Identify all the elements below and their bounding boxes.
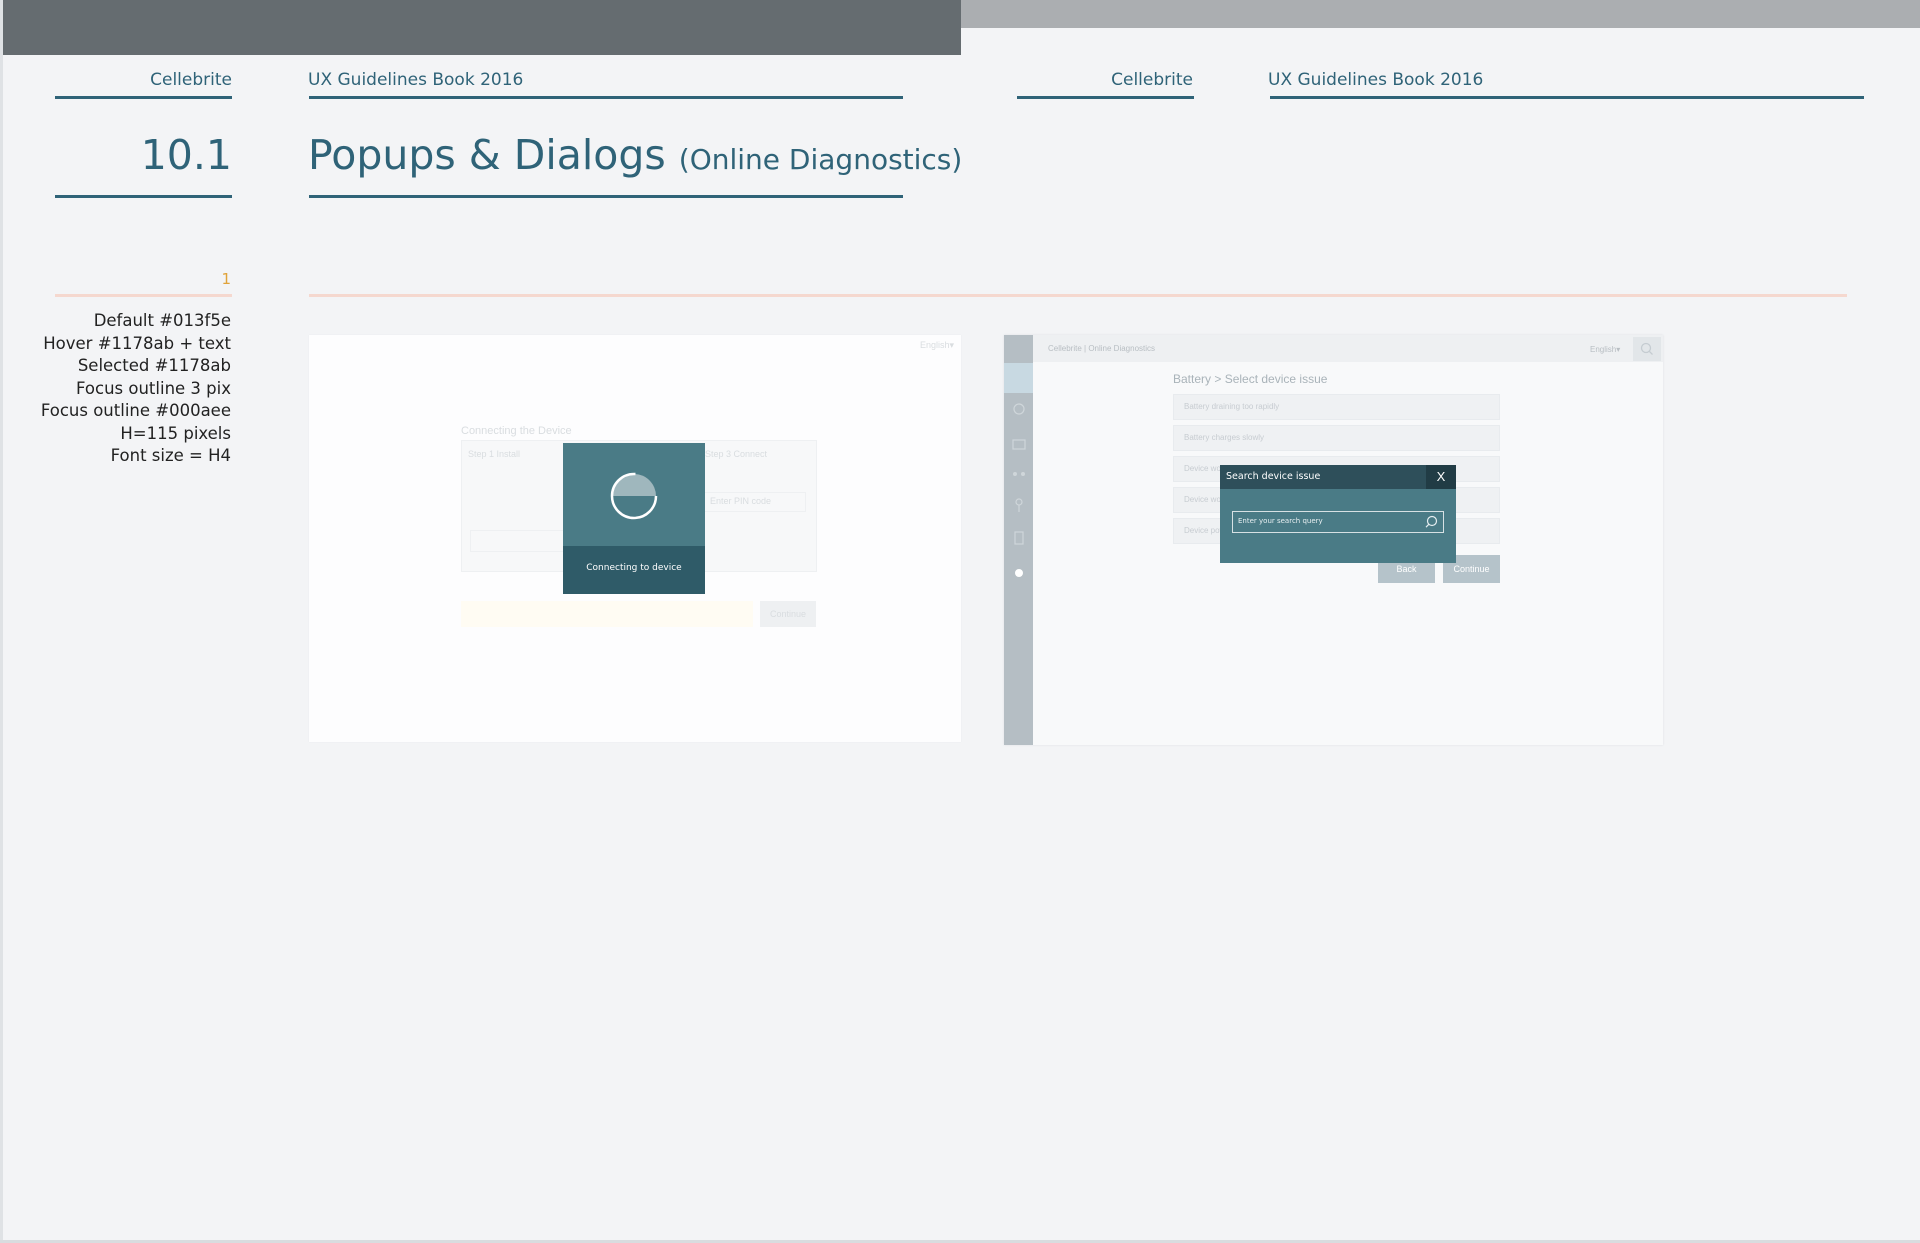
sidebar-icons <box>1012 398 1026 578</box>
dialog-header: Search device issue <box>1220 465 1456 489</box>
shot1-language: English▾ <box>920 340 955 350</box>
shot1-notice <box>461 601 753 627</box>
shot1-heading: Connecting the Device <box>461 425 572 437</box>
shot2-search-button[interactable] <box>1633 337 1661 361</box>
note-default: Default #013f5e <box>93 311 231 330</box>
page-title-sub: (Online Diagnostics) <box>678 143 963 176</box>
header-book-title-right: UX Guidelines Book 2016 <box>1268 70 1484 90</box>
spec-notes: Default #013f5e Hover #1178ab + text Sel… <box>11 310 231 468</box>
shot2-brand: Cellebrite | Online Diagnostics <box>1048 344 1156 353</box>
section-number: 10.1 <box>140 131 232 179</box>
issue-row[interactable]: Battery draining too rapidly <box>1173 394 1500 420</box>
page-edge <box>0 0 3 1243</box>
note-height: H=115 pixels <box>120 423 231 443</box>
header-book-title: UX Guidelines Book 2016 <box>308 70 524 90</box>
shot1-pin-input: Enter PIN code <box>704 492 806 512</box>
item-number: 1 <box>221 270 231 288</box>
note-focus-color: Focus outline #000aee <box>40 401 231 420</box>
shot1-step1: Step 1 Install <box>468 449 521 459</box>
shot1-continue-button[interactable]: Continue <box>760 601 816 627</box>
search-icon[interactable] <box>1424 514 1440 530</box>
header-book-rule <box>309 96 903 99</box>
dialog-title: Search device issue <box>1226 471 1321 482</box>
note-font-size: Font size = H4 <box>110 446 231 465</box>
header-book-rule-right <box>1270 96 1864 99</box>
header-brand-rule <box>55 96 232 99</box>
shot1-field <box>470 530 572 552</box>
search-icon <box>1640 342 1653 355</box>
dialog-search-input[interactable]: Enter your search query <box>1232 511 1444 533</box>
page-title-main: Popups & Dialogs <box>308 131 666 179</box>
header-brand-rule-right <box>1017 96 1194 99</box>
page-title-rule <box>309 195 903 198</box>
section-number-rule <box>55 195 232 198</box>
item-rule-right <box>309 294 1847 297</box>
shot2-language[interactable]: English▾ <box>1590 345 1620 354</box>
note-focus-width: Focus outline 3 pix <box>76 378 231 398</box>
note-hover: Hover #1178ab + text <box>43 333 231 353</box>
item-rule-left <box>55 294 232 297</box>
header-brand: Cellebrite <box>150 70 232 90</box>
shot1-step3: Step 3 Connect <box>705 449 768 459</box>
sidebar-selected[interactable] <box>1004 363 1033 393</box>
loader-label: Connecting to device <box>563 546 705 594</box>
dialog-close-button[interactable]: X <box>1426 465 1456 489</box>
shot2-breadcrumb: Battery > Select device issue <box>1173 372 1328 386</box>
top-bar-right <box>961 0 1920 28</box>
header-brand-right: Cellebrite <box>1111 70 1193 90</box>
spinner-icon <box>609 471 659 521</box>
issue-row[interactable]: Battery charges slowly <box>1173 425 1500 451</box>
page-title: Popups & Dialogs (Online Diagnostics) <box>308 131 962 179</box>
top-bar-left <box>0 0 961 55</box>
note-selected: Selected #1178ab <box>77 356 231 375</box>
